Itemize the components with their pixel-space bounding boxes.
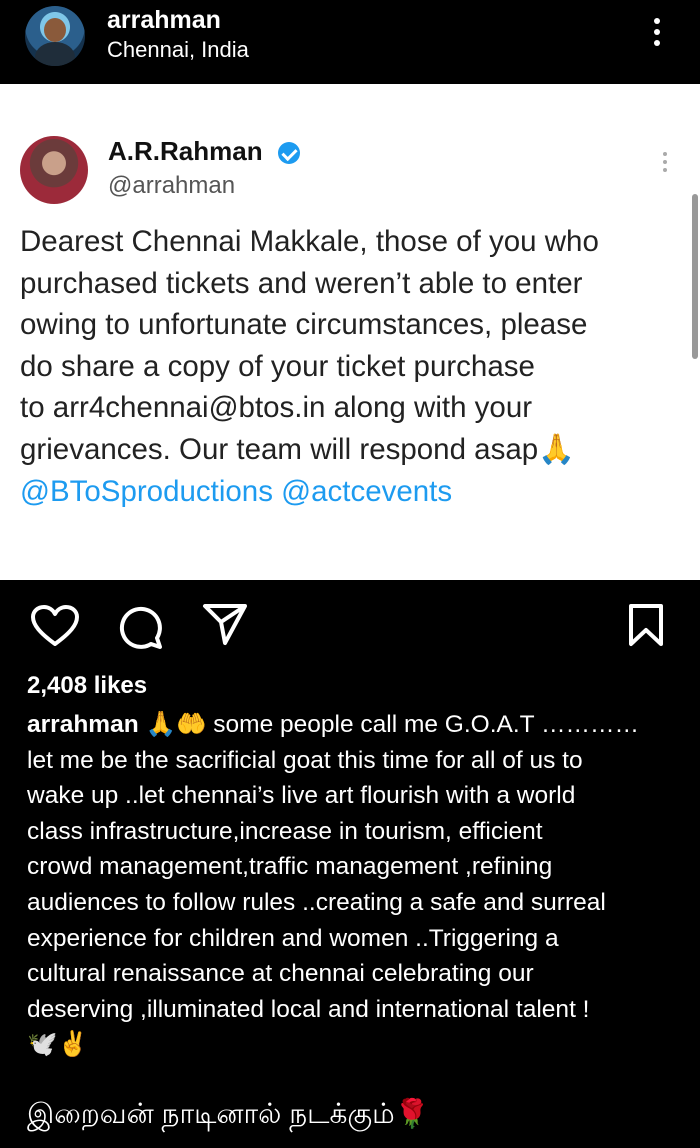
share-icon[interactable] [202, 602, 248, 646]
comment-icon[interactable] [117, 604, 163, 650]
tweet-more-icon [662, 152, 668, 176]
tweet-text-line: owing to unfortunate circumstances, plea… [20, 308, 588, 342]
post-caption: arrahman 🙏🤲 some people call me G.O.A.T … [27, 707, 677, 1063]
tweet-text-line: Dearest Chennai Makkale, those of you wh… [20, 225, 599, 258]
post-location[interactable]: Chennai, India [107, 37, 249, 63]
tweet-text-line: do share a copy of your ticket purchase [20, 349, 535, 383]
tweet-screenshot: A.R.Rahman @arrahman Dearest Chennai Mak… [0, 84, 700, 580]
likes-count[interactable]: 2,408 likes [27, 672, 147, 700]
tweet-text: Dearest Chennai Makkale, those of you wh… [20, 221, 680, 512]
tweet-avatar [20, 136, 88, 204]
caption-line: audiences to follow rules ..creating a s… [27, 888, 606, 916]
tweet-text-line: to arr4chennai@btos.in along with your [20, 391, 533, 425]
verified-icon [278, 142, 300, 164]
caption-line: wake up ..let chennai’s live art flouris… [27, 782, 576, 810]
post-username[interactable]: arrahman [107, 6, 221, 35]
tweet-author-handle: @arrahman [108, 172, 236, 199]
caption-line: experience for children and women ..Trig… [27, 924, 559, 952]
more-options-icon[interactable] [650, 18, 664, 52]
caption-line: crowd management,traffic management ,ref… [27, 853, 553, 881]
post-header: arrahman Chennai, India [0, 0, 700, 84]
like-icon[interactable] [30, 604, 80, 648]
tweet-text-line: grievances. Our team will respond asap🙏 [20, 432, 575, 466]
caption-line: let me be the sacrificial goat this time… [27, 746, 583, 774]
caption-line: deserving ,illuminated local and interna… [27, 995, 590, 1023]
profile-avatar[interactable] [25, 6, 85, 66]
tweet-mentions: @BToSproductions @actcevents [20, 474, 453, 508]
caption-line: arrahman 🙏🤲 some people call me G.O.A.T … [27, 707, 677, 743]
caption-username[interactable]: arrahman [27, 711, 139, 738]
caption-tamil-line: இறைவன் நாடினால் நடக்கும்🌹 [27, 1098, 430, 1129]
caption-line: 🕊️✌️ [27, 1031, 89, 1059]
bookmark-icon[interactable] [628, 603, 664, 647]
caption-line: cultural renaissance at chennai celebrat… [27, 960, 534, 988]
caption-text: 🙏🤲 some people call me G.O.A.T ………… [138, 711, 640, 738]
caption-line: class infrastructure,increase in tourism… [27, 817, 543, 845]
tweet-author-name: A.R.Rahman [108, 136, 263, 166]
tweet-text-line: purchased tickets and weren’t able to en… [20, 266, 583, 300]
tweet-scrollbar [692, 194, 698, 359]
